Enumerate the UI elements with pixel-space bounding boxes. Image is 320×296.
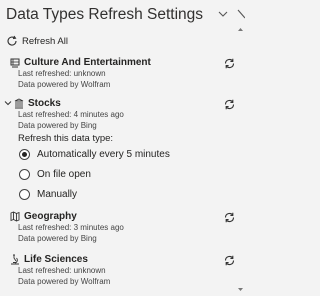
- refresh-all-label: Refresh All: [22, 35, 68, 47]
- data-types-refresh-pane: Data Types Refresh Settings Refresh All …: [0, 0, 245, 296]
- culture-icon: [10, 58, 20, 67]
- life-sciences-icon: [11, 254, 19, 264]
- powered-by-text: Data powered by Wolfram: [18, 276, 111, 286]
- pane-title: Data Types Refresh Settings: [6, 6, 204, 23]
- data-type-name: Culture And Entertainment: [24, 56, 151, 68]
- option-label: Automatically every 5 minutes: [37, 148, 170, 160]
- data-type-name: Life Sciences: [24, 253, 88, 265]
- data-type-item-life-sciences: Life Sciences Last refreshed: unknown Da…: [6, 252, 235, 287]
- last-refreshed-text: Last refreshed: 4 minutes ago: [18, 110, 124, 119]
- data-type-item-geography: Geography Last refreshed: 3 minutes ago …: [6, 209, 235, 244]
- refresh-option-on-file-open[interactable]: On file open: [19, 164, 232, 184]
- last-refreshed-text: Last refreshed: 3 minutes ago: [18, 223, 124, 232]
- refresh-icon[interactable]: [223, 57, 236, 70]
- chevron-down-icon[interactable]: [4, 99, 12, 107]
- refresh-icon[interactable]: [223, 254, 236, 267]
- refresh-icon[interactable]: [223, 211, 236, 224]
- scroll-up-arrow-icon[interactable]: [238, 27, 243, 32]
- last-refreshed-text: Last refreshed: unknown: [18, 266, 106, 275]
- last-refreshed-text: Last refreshed: unknown: [18, 69, 106, 78]
- geography-icon: [10, 211, 20, 221]
- powered-by-text: Data powered by Wolfram: [18, 79, 111, 89]
- scroll-down-arrow-icon[interactable]: [238, 287, 243, 292]
- radio-button[interactable]: [19, 148, 30, 160]
- refresh-option-automatic[interactable]: Automatically every 5 minutes: [19, 144, 232, 164]
- refresh-icon[interactable]: [223, 98, 236, 111]
- refresh-icon: [7, 35, 17, 46]
- option-label: On file open: [37, 168, 91, 180]
- stocks-expand-toggle[interactable]: Stocks: [4, 96, 232, 110]
- refresh-option-manually[interactable]: Manually: [19, 184, 232, 204]
- radio-button[interactable]: [19, 168, 30, 180]
- data-type-name: Stocks: [28, 97, 61, 109]
- close-icon[interactable]: [237, 8, 245, 20]
- data-type-item-stocks: Stocks Last refreshed: 4 minutes ago Dat…: [4, 96, 235, 204]
- stocks-icon: [14, 97, 24, 108]
- refresh-all-button[interactable]: Refresh All: [6, 34, 68, 48]
- option-label: Manually: [37, 188, 78, 200]
- chevron-down-icon[interactable]: [218, 9, 228, 19]
- refresh-section-title: Refresh this data type:: [18, 133, 114, 144]
- data-type-item-culture: Culture And Entertainment Last refreshed…: [6, 55, 235, 90]
- radio-button[interactable]: [19, 188, 30, 200]
- data-type-name: Geography: [24, 210, 77, 222]
- powered-by-text: Data powered by Bing: [18, 120, 97, 130]
- powered-by-text: Data powered by Bing: [18, 233, 97, 243]
